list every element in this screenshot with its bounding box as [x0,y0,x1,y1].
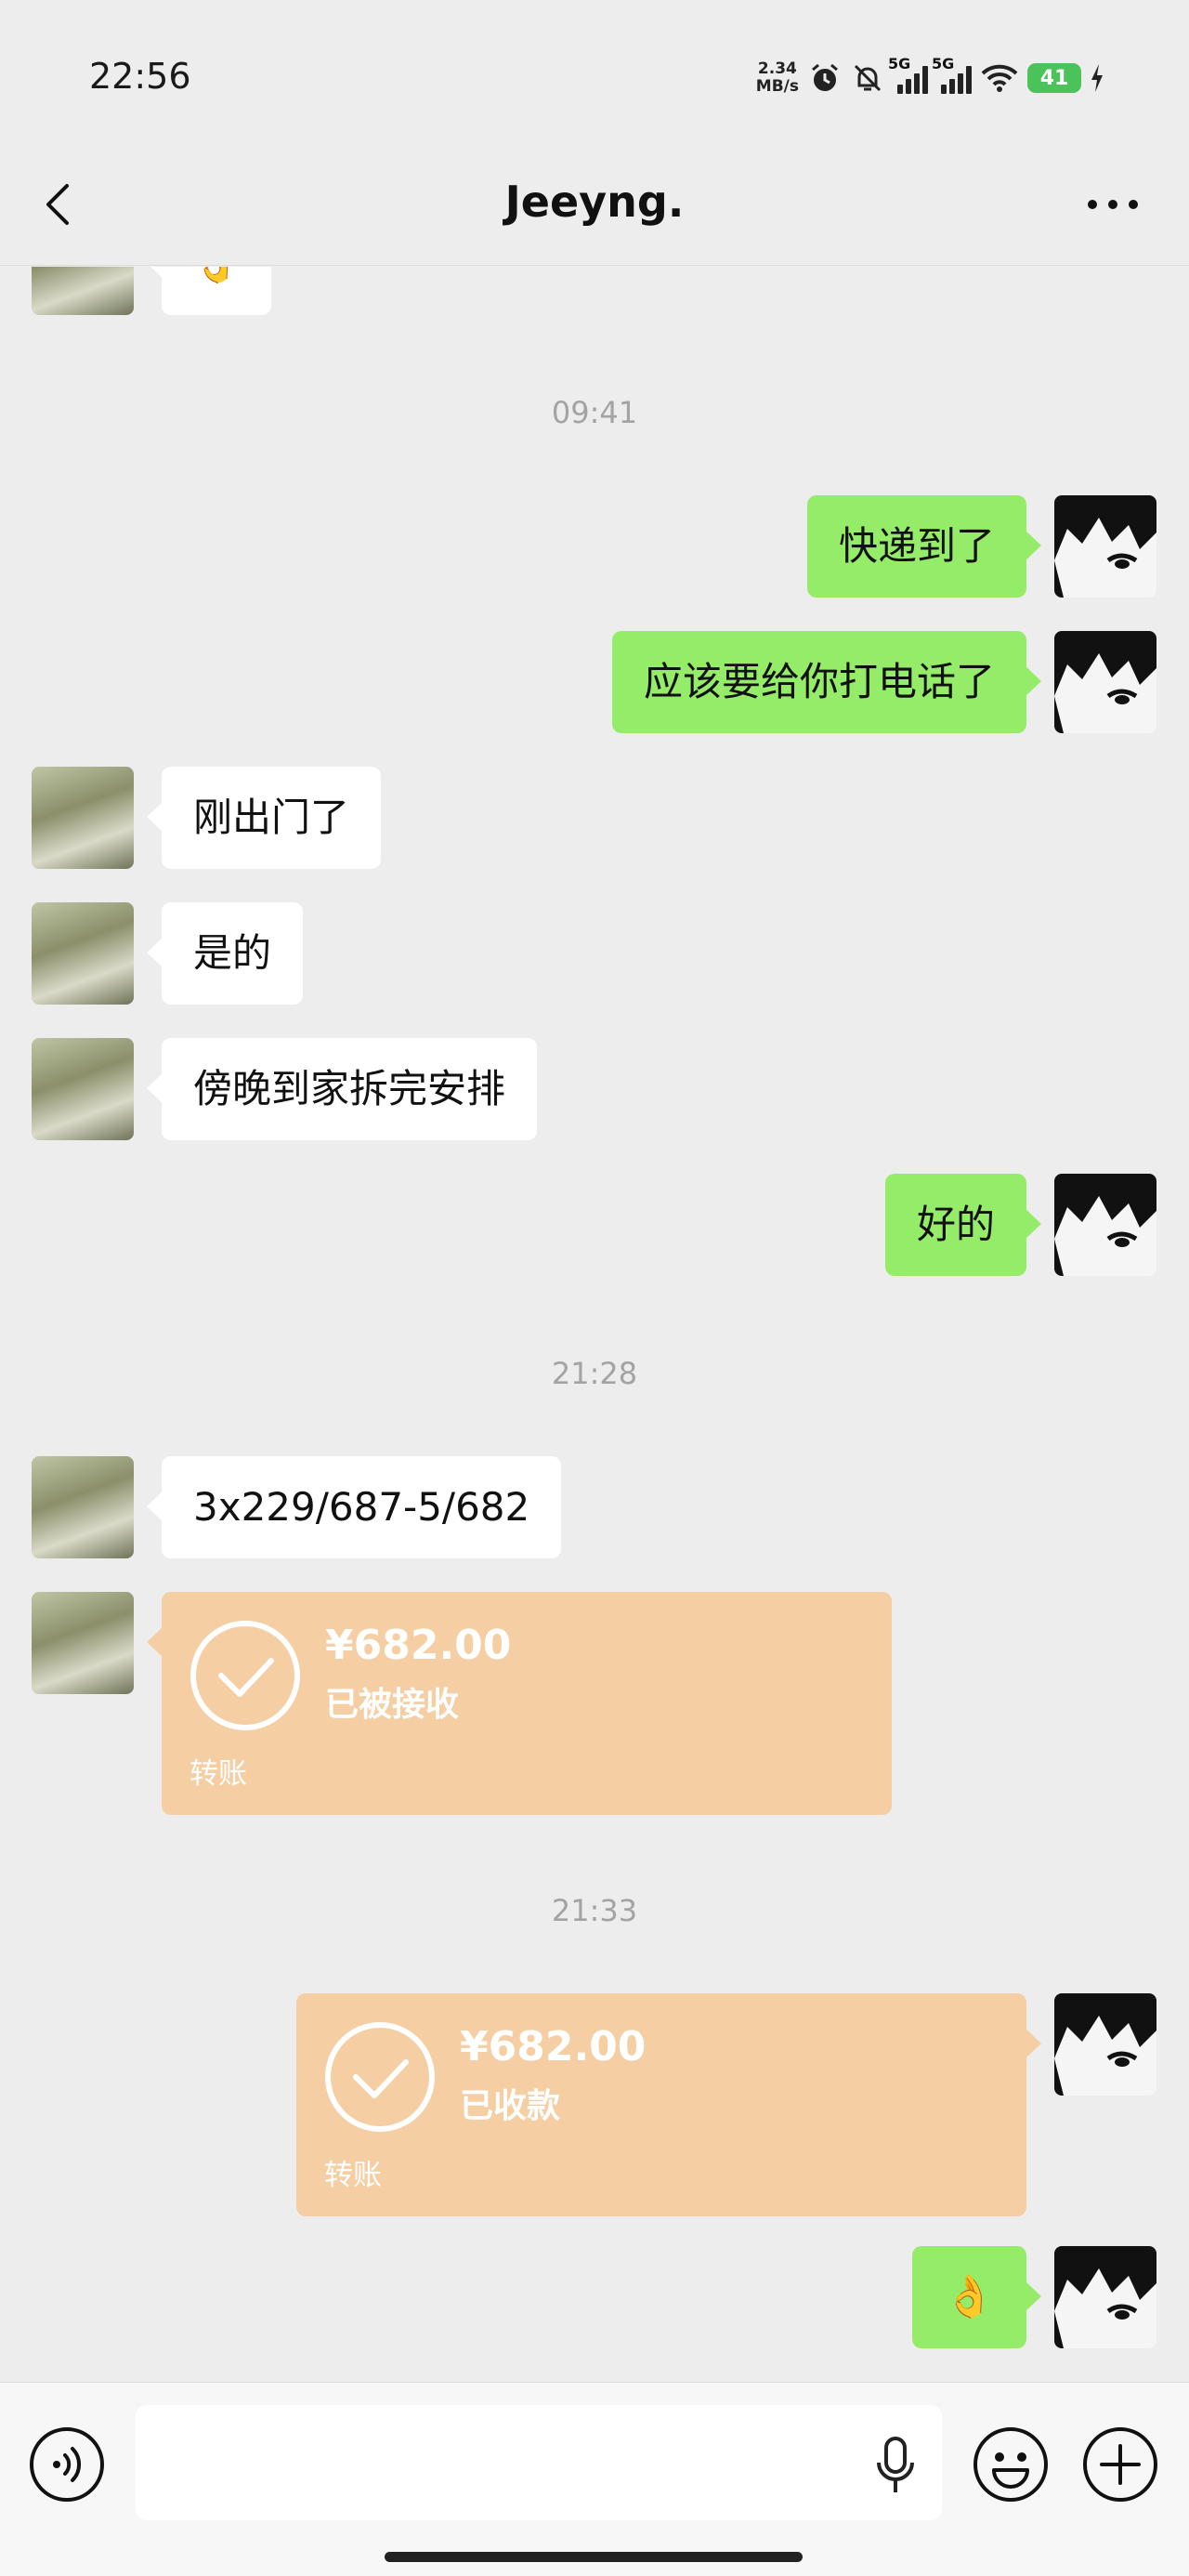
avatar[interactable] [32,1038,134,1140]
signal-icon: 5G [932,55,972,94]
emoji-icon[interactable] [972,2425,1050,2504]
sim1-label: 5G [888,55,911,72]
voice-icon[interactable] [28,2425,106,2504]
transfer-label: 转账 [324,2159,382,2192]
plus-icon[interactable] [1081,2425,1159,2504]
message-bubble[interactable]: 👌 [912,2246,1041,2348]
check-circle-icon [325,2022,435,2132]
avatar[interactable] [1054,495,1156,598]
message-bubble[interactable]: 应该要给你打电话了 [611,631,1042,733]
avatar[interactable] [32,267,134,315]
message-list[interactable]: 👌 09:41 快递到了 应该要给你打电话了 刚出门了 是的 傍晚到家拆完安排 … [0,267,1189,2382]
avatar[interactable] [1054,2246,1156,2348]
network-speed-value: 2.34 [757,59,797,78]
avatar-image [1054,2246,1156,2348]
alarm-icon [812,63,838,91]
network-speed-unit: MB/s [755,77,799,96]
avatar[interactable] [32,902,134,1005]
message-bubble[interactable]: 好的 [884,1174,1042,1276]
network-speed: 2.34 MB/s [756,60,799,96]
avatar[interactable] [1054,1174,1156,1276]
avatar-image [1054,1993,1156,2096]
timestamp: 21:28 [551,1356,638,1391]
transfer-amount: ¥682.00 [460,2023,647,2070]
battery-icon: 41 [1027,63,1081,93]
chat-header: Jeeyng. [0,139,1189,266]
avatar-image [1054,495,1156,598]
transfer-card[interactable]: ¥682.00 已收款 转账 [296,1993,1041,2216]
timestamp: 21:33 [551,1893,638,1928]
status-time: 22:56 [89,56,191,97]
check-circle-icon [190,1621,300,1730]
input-bar [0,2382,1189,2576]
avatar[interactable] [1054,1993,1156,2096]
status-icons: 2.34 MB/s 5G 5G 41 [756,54,1104,102]
transfer-status: 已收款 [460,2087,561,2125]
avatar[interactable] [32,767,134,869]
message-bubble[interactable]: 刚出门了 [146,767,382,869]
message-bubble[interactable]: 3x229/687-5/682 [146,1456,562,1558]
message-bubble[interactable]: 👌 [147,267,271,315]
silent-bell-icon [854,64,882,92]
home-indicator[interactable] [385,2552,803,2562]
avatar-image [1054,631,1156,733]
transfer-status: 已被接收 [325,1686,460,1724]
avatar[interactable] [32,1592,134,1694]
avatar[interactable] [32,1456,134,1558]
message-bubble[interactable]: 快递到了 [806,495,1042,598]
message-bubble[interactable]: 是的 [146,902,304,1005]
more-dots-icon[interactable] [1085,188,1141,221]
signal-icon: 5G [888,55,928,94]
message-input[interactable] [136,2405,942,2520]
status-bar: 22:56 2.34 MB/s 5G 5G 41 [0,0,1189,139]
avatar-image [1054,1174,1156,1276]
transfer-card[interactable]: ¥682.00 已被接收 转账 [147,1592,892,1815]
charging-icon [1091,64,1103,92]
timestamp: 09:41 [551,395,638,430]
transfer-amount: ¥682.00 [325,1622,512,1669]
avatar[interactable] [1054,631,1156,733]
message-bubble[interactable]: 傍晚到家拆完安排 [146,1038,538,1140]
mic-icon[interactable] [873,2435,918,2496]
chat-title: Jeeyng. [504,177,685,227]
wifi-icon [981,64,1018,92]
transfer-label: 转账 [189,1757,247,1791]
sim2-label: 5G [932,55,955,72]
